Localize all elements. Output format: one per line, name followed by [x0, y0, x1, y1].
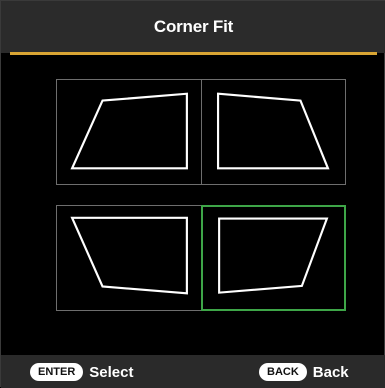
keystone-top-left-icon: [70, 92, 188, 170]
back-hint[interactable]: BACK Back: [259, 361, 349, 383]
corner-option-top-left[interactable]: [56, 79, 202, 185]
footer-bar: ENTER Select BACK Back: [1, 355, 385, 388]
page-title: Corner Fit: [153, 17, 234, 36]
title-bar: Corner Fit: [1, 1, 385, 53]
dialog-frame: Corner Fit ENTER Select BACK Back: [0, 0, 385, 388]
select-label: Select: [89, 363, 134, 381]
corner-option-bottom-left[interactable]: [56, 205, 202, 311]
corner-option-bottom-right[interactable]: [201, 205, 346, 311]
back-key-badge: BACK: [259, 363, 307, 381]
back-label: Back: [312, 363, 349, 381]
corner-option-top-right[interactable]: [201, 79, 346, 185]
corner-grid: [56, 79, 346, 311]
keystone-bottom-left-icon: [70, 216, 188, 295]
keystone-top-right-icon: [216, 92, 330, 170]
enter-key-badge: ENTER: [30, 363, 84, 381]
keystone-bottom-right-icon: [218, 217, 329, 294]
enter-select-hint[interactable]: ENTER Select: [30, 361, 133, 383]
accent-divider: [10, 52, 377, 55]
